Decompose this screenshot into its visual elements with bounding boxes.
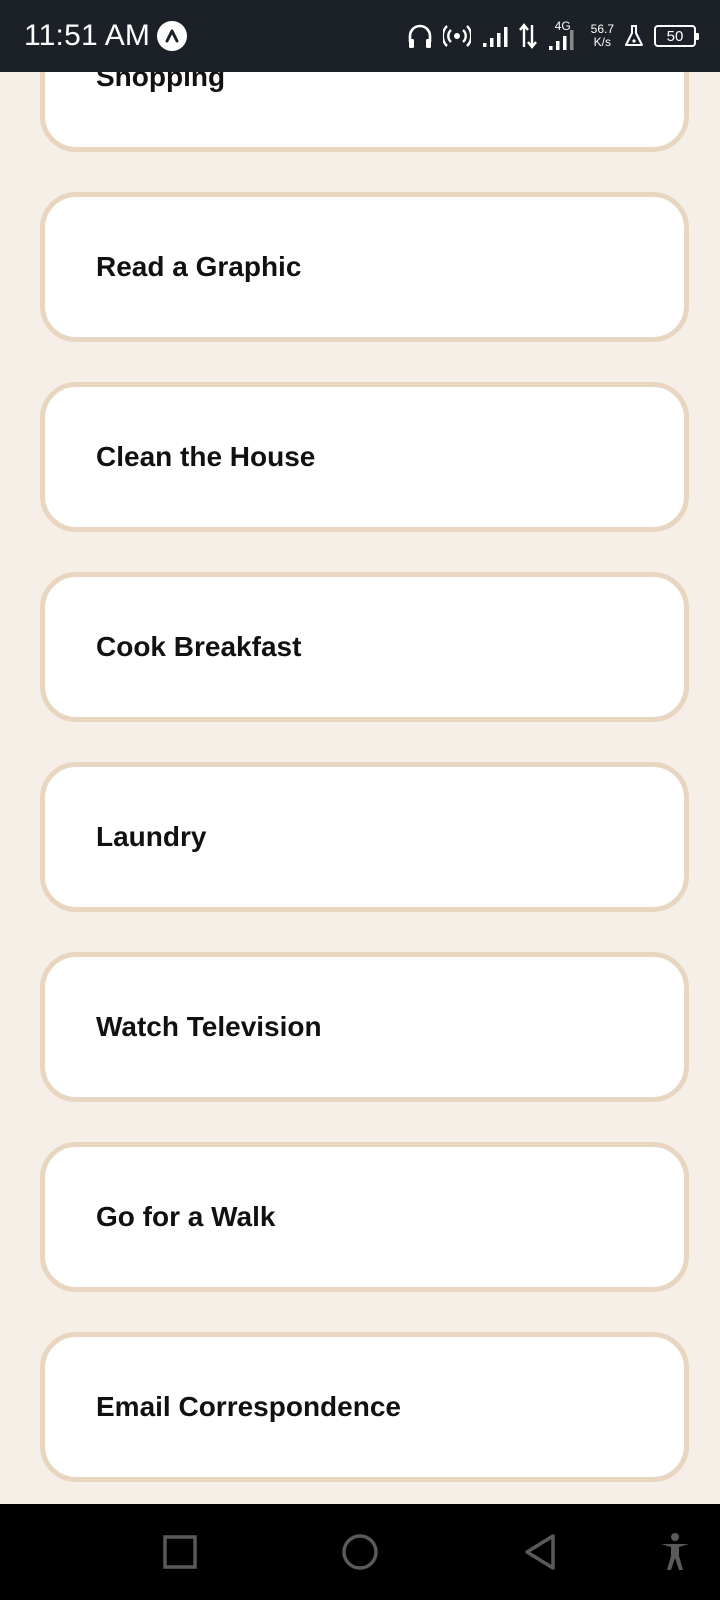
signal-4g-icon: 4G bbox=[547, 19, 581, 51]
list-item-label: Read a Graphic bbox=[96, 251, 302, 282]
activity-list-container[interactable]: Shopping Read a Graphic Clean the House … bbox=[0, 0, 720, 1504]
battery-indicator: 50 bbox=[654, 25, 699, 47]
list-item-laundry[interactable]: Laundry bbox=[40, 762, 689, 912]
list-item-label: Clean the House bbox=[96, 441, 316, 472]
accessibility-icon[interactable] bbox=[650, 1504, 700, 1600]
list-item-email-correspondence[interactable]: Email Correspondence bbox=[40, 1332, 689, 1482]
status-bar: 11:51 AM 4G 56.7 K/s 50 bbox=[0, 0, 720, 72]
data-transfer-icon bbox=[518, 23, 537, 49]
navigation-bar bbox=[0, 1504, 720, 1600]
app-notification-icon bbox=[157, 21, 187, 51]
status-time: 11:51 AM bbox=[24, 19, 151, 52]
hotspot-icon bbox=[442, 24, 471, 48]
list-item-go-for-a-walk[interactable]: Go for a Walk bbox=[40, 1142, 689, 1292]
activity-list: Shopping Read a Graphic Clean the House … bbox=[40, 2, 689, 1482]
list-item-cook-breakfast[interactable]: Cook Breakfast bbox=[40, 572, 689, 722]
list-item-label: Cook Breakfast bbox=[96, 631, 302, 662]
list-item-label: Go for a Walk bbox=[96, 1201, 276, 1232]
headphones-icon bbox=[407, 22, 433, 50]
battery-level: 50 bbox=[666, 27, 684, 45]
status-icons: 4G 56.7 K/s 50 bbox=[407, 0, 699, 72]
recents-square-icon[interactable] bbox=[150, 1504, 210, 1600]
list-item-label: Email Correspondence bbox=[96, 1391, 401, 1422]
net-speed: 56.7 K/s bbox=[591, 23, 614, 49]
flask-icon bbox=[624, 24, 644, 48]
list-item-read-a-graphic[interactable]: Read a Graphic bbox=[40, 192, 689, 342]
back-triangle-icon[interactable] bbox=[510, 1504, 570, 1600]
home-circle-icon[interactable] bbox=[330, 1504, 390, 1600]
signal-icon bbox=[481, 24, 509, 48]
list-item-label: Watch Television bbox=[96, 1011, 322, 1042]
net-speed-unit: K/s bbox=[593, 35, 611, 49]
list-item-label: Laundry bbox=[96, 821, 207, 852]
list-item-clean-the-house[interactable]: Clean the House bbox=[40, 382, 689, 532]
list-item-watch-television[interactable]: Watch Television bbox=[40, 952, 689, 1102]
